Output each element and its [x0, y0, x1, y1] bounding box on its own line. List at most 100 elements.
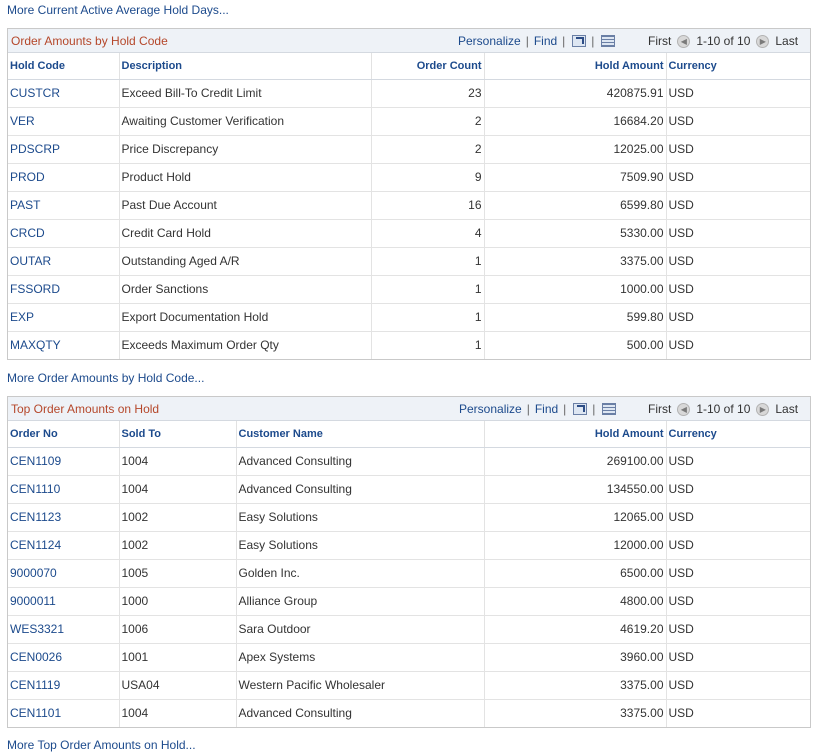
hold-amount-cell: 3960.00	[484, 643, 667, 672]
hold-code-link[interactable]: CRCD	[10, 226, 45, 240]
description-cell: Credit Card Hold	[119, 219, 372, 248]
sold-to-cell: 1002	[119, 503, 237, 532]
find-link[interactable]: Find	[534, 34, 557, 48]
table-row: PROD Product Hold 9 7509.90 USD	[8, 163, 810, 192]
hold-code-link[interactable]: PROD	[10, 170, 45, 184]
currency-cell: USD	[668, 338, 694, 353]
hold-amount-cell: 4619.20	[484, 615, 667, 644]
last-label[interactable]: Last	[775, 402, 798, 416]
description-column-header[interactable]: Description	[119, 53, 372, 80]
zoom-grid-icon[interactable]	[573, 403, 588, 415]
table-row: FSSORD Order Sanctions 1 1000.00 USD	[8, 275, 810, 304]
order-no-link[interactable]: CEN1101	[10, 706, 61, 720]
hold-amount-cell: 3375.00	[484, 247, 667, 276]
currency-cell: USD	[666, 135, 810, 164]
hold-code-table: Hold Code Description Order Count Hold A…	[8, 53, 810, 359]
more-average-hold-days-link[interactable]: More Current Active Average Hold Days...	[7, 3, 229, 17]
customer-name-cell: Western Pacific Wholesaler	[236, 671, 485, 700]
currency-column-header[interactable]: Currency	[666, 53, 810, 80]
currency-cell: USD	[666, 615, 810, 644]
next-row-icon[interactable]: ▶	[756, 34, 770, 48]
order-no-link[interactable]: WES3321	[10, 622, 64, 636]
hold-code-column-header[interactable]: Hold Code	[8, 53, 120, 80]
description-cell: Exceeds Maximum Order Qty	[119, 331, 372, 359]
first-label[interactable]: First	[648, 402, 671, 416]
grid-title: Top Order Amounts on Hold	[11, 402, 160, 416]
hold-code-link[interactable]: EXP	[10, 310, 34, 324]
hold-code-link[interactable]: MAXQTY	[10, 338, 61, 352]
currency-column-header[interactable]: Currency	[666, 421, 810, 448]
more-top-order-amounts-link[interactable]: More Top Order Amounts on Hold...	[7, 738, 196, 752]
table-header-row: Order No Sold To Customer Name Hold Amou…	[8, 421, 810, 448]
download-spreadsheet-icon[interactable]	[602, 403, 617, 415]
find-link[interactable]: Find	[535, 402, 558, 416]
next-row-icon[interactable]: ▶	[756, 402, 770, 416]
personalize-link[interactable]: Personalize	[458, 34, 521, 48]
currency-cell: USD	[666, 275, 810, 304]
more-order-amounts-link[interactable]: More Order Amounts by Hold Code...	[7, 371, 204, 385]
hold-code-link[interactable]: FSSORD	[10, 282, 60, 296]
previous-row-icon[interactable]: ◀	[677, 34, 691, 48]
separator: |	[562, 34, 566, 48]
hold-amount-cell: 4800.00	[484, 587, 667, 616]
download-spreadsheet-icon[interactable]	[601, 35, 616, 47]
order-count-cell: 1	[371, 331, 485, 359]
personalize-link[interactable]: Personalize	[459, 402, 522, 416]
table-row: CEN1110 1004 Advanced Consulting 134550.00 U…	[8, 475, 810, 504]
order-no-link[interactable]: CEN1119	[10, 678, 60, 692]
order-count-column-header[interactable]: Order Count	[371, 53, 485, 80]
currency-cell: USD	[666, 191, 810, 220]
sold-to-cell: 1000	[119, 587, 237, 616]
description-cell: Price Discrepancy	[119, 135, 372, 164]
table-row: VER Awaiting Customer Verification 2 16684.…	[8, 107, 810, 136]
hold-amount-cell: 3375.00	[484, 671, 667, 700]
separator: |	[525, 34, 529, 48]
sold-to-cell: 1005	[119, 559, 237, 588]
table-row: CEN1101 1004 Advanced Consulting 3375.00 USD	[8, 699, 810, 727]
order-no-link[interactable]: CEN1123	[10, 510, 61, 524]
customer-name-cell: Golden Inc.	[236, 559, 485, 588]
order-count-cell: 1	[371, 303, 485, 332]
currency-cell: USD	[666, 247, 810, 276]
hold-amount-column-header[interactable]: Hold Amount	[484, 53, 667, 80]
hold-code-link[interactable]: PAST	[10, 198, 40, 212]
hold-code-link[interactable]: OUTAR	[10, 254, 51, 268]
description-cell: Export Documentation Hold	[119, 303, 372, 332]
order-no-link[interactable]: CEN1124	[10, 538, 61, 552]
sold-to-column-header[interactable]: Sold To	[119, 421, 237, 448]
zoom-grid-icon[interactable]	[572, 35, 587, 47]
last-label[interactable]: Last	[775, 34, 798, 48]
grid-toolbar: Personalize | Find | |	[459, 397, 617, 421]
sold-to-cell: USA04	[119, 671, 237, 700]
hold-code-link[interactable]: CUSTCR	[10, 86, 60, 100]
customer-name-column-header[interactable]: Customer Name	[236, 421, 485, 448]
top-order-amounts-on-hold-grid: Top Order Amounts on Hold Personalize | …	[7, 396, 811, 728]
hold-amount-cell: 1000.00	[484, 275, 667, 304]
description-cell: Exceed Bill-To Credit Limit	[119, 79, 372, 108]
order-no-link[interactable]: CEN1109	[10, 454, 61, 468]
customer-name-cell: Easy Solutions	[236, 503, 485, 532]
customer-name-cell: Advanced Consulting	[236, 475, 485, 504]
first-label[interactable]: First	[648, 34, 671, 48]
separator: |	[591, 34, 595, 48]
order-no-link[interactable]: 9000011	[10, 594, 56, 608]
top-orders-table: Order No Sold To Customer Name Hold Amou…	[8, 421, 810, 727]
grid-header: Order Amounts by Hold Code Personalize |…	[8, 29, 810, 53]
hold-code-link[interactable]: PDSCRP	[10, 142, 60, 156]
order-no-link[interactable]: 9000070	[10, 566, 57, 580]
order-no-column-header[interactable]: Order No	[8, 421, 120, 448]
order-amounts-by-hold-code-grid: Order Amounts by Hold Code Personalize |…	[7, 28, 811, 360]
sold-to-cell: 1004	[119, 699, 237, 727]
table-row: CRCD Credit Card Hold 4 5330.00 USD	[8, 219, 810, 248]
table-row: PAST Past Due Account 16 6599.80 USD	[8, 191, 810, 220]
order-no-link[interactable]: CEN1110	[10, 482, 60, 496]
hold-amount-column-header[interactable]: Hold Amount	[484, 421, 667, 448]
table-row: EXP Export Documentation Hold 1 599.80 USD	[8, 303, 810, 332]
description-cell: Order Sanctions	[119, 275, 372, 304]
table-row: CEN0026 1001 Apex Systems 3960.00 USD	[8, 643, 810, 672]
order-no-link[interactable]: CEN0026	[10, 650, 62, 664]
hold-code-link[interactable]: VER	[10, 114, 35, 128]
currency-cell: USD	[666, 503, 810, 532]
previous-row-icon[interactable]: ◀	[677, 402, 691, 416]
currency-cell: USD	[666, 531, 810, 560]
